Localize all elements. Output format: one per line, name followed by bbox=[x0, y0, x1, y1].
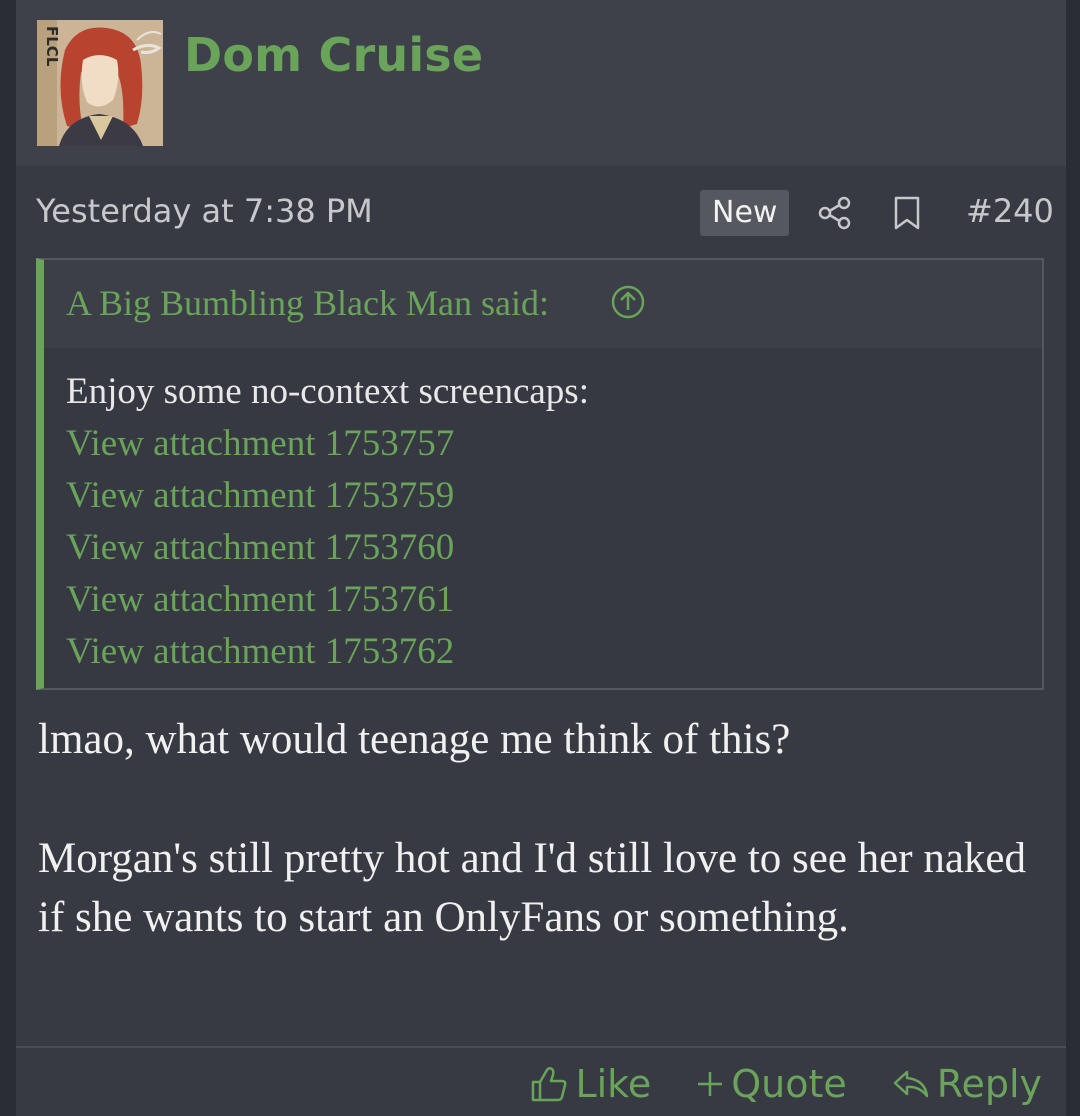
user-header: FLCL Dom Cruise bbox=[16, 0, 1066, 166]
attachment-link[interactable]: View attachment 1753760 bbox=[66, 522, 1022, 574]
reply-label: Reply bbox=[936, 1062, 1042, 1106]
like-label: Like bbox=[575, 1062, 652, 1106]
like-button[interactable]: Like bbox=[529, 1062, 651, 1106]
reply-icon bbox=[893, 1070, 928, 1098]
quote-author-link[interactable]: A Big Bumbling Black Man said: bbox=[66, 282, 549, 324]
avatar[interactable]: FLCL bbox=[37, 20, 163, 146]
username[interactable]: Dom Cruise bbox=[184, 28, 483, 82]
post-body: lmao, what would teenage me think of thi… bbox=[38, 710, 1038, 947]
quote-body: Enjoy some no-context screencaps: View a… bbox=[66, 366, 1022, 678]
post-body-paragraph: Morgan's still pretty hot and I'd still … bbox=[38, 835, 1026, 941]
post-number-link[interactable]: #240 bbox=[966, 192, 1054, 230]
footer-divider bbox=[16, 1046, 1066, 1048]
post-actions: Like Quote Reply bbox=[529, 1062, 1042, 1106]
quote-block: A Big Bumbling Black Man said: Enjoy som… bbox=[36, 258, 1044, 690]
thumbs-up-icon bbox=[532, 1066, 567, 1102]
attachment-link[interactable]: View attachment 1753761 bbox=[66, 574, 1022, 626]
quote-header: A Big Bumbling Black Man said: bbox=[44, 260, 1042, 348]
bookmark-icon[interactable] bbox=[892, 196, 922, 230]
reply-button[interactable]: Reply bbox=[891, 1062, 1042, 1106]
post-body-line: lmao, what would teenage me think of thi… bbox=[38, 716, 791, 763]
attachment-link[interactable]: View attachment 1753762 bbox=[66, 626, 1022, 678]
arrow-up-circle-icon[interactable] bbox=[610, 284, 646, 320]
quote-label: Quote bbox=[731, 1062, 847, 1106]
quote-text: Enjoy some no-context screencaps: bbox=[66, 371, 589, 412]
plus-icon bbox=[698, 1072, 723, 1096]
post: FLCL Dom Cruise Yesterday at 7:38 PM New… bbox=[16, 0, 1066, 1116]
avatar-image: FLCL bbox=[37, 20, 163, 146]
attachment-link[interactable]: View attachment 1753757 bbox=[66, 418, 1022, 470]
new-badge: New bbox=[700, 190, 790, 236]
avatar-caret bbox=[90, 146, 118, 160]
quote-button[interactable]: Quote bbox=[695, 1062, 847, 1106]
avatar-logo-text: FLCL bbox=[43, 26, 61, 67]
share-icon[interactable] bbox=[818, 196, 852, 230]
attachment-link[interactable]: View attachment 1753759 bbox=[66, 470, 1022, 522]
post-timestamp[interactable]: Yesterday at 7:38 PM bbox=[36, 192, 373, 230]
